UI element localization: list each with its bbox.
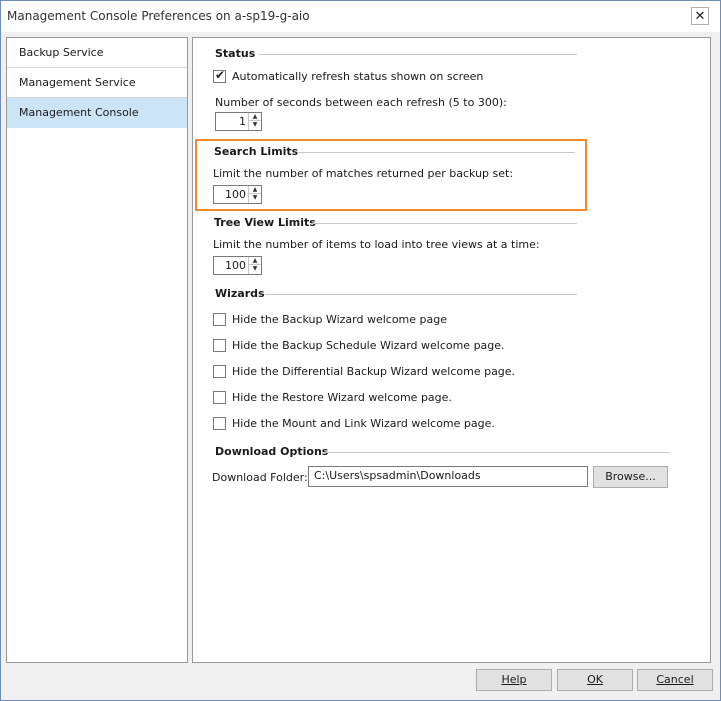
close-icon: ✕: [694, 8, 706, 24]
ok-button-label: OK: [587, 673, 603, 686]
spin-up-icon[interactable]: ▲: [249, 113, 261, 121]
download-folder-value: C:\Users\spsadmin\Downloads: [314, 469, 481, 482]
checkmark-icon: ✔: [215, 68, 226, 82]
sidebar-item-backup-service[interactable]: Backup Service: [7, 38, 187, 68]
refresh-seconds-label: Number of seconds between each refresh (…: [215, 96, 507, 109]
spin-down-icon[interactable]: ▼: [249, 265, 261, 273]
sidebar-item-management-service[interactable]: Management Service: [7, 68, 187, 98]
hide-restore-wizard-checkbox[interactable]: [213, 391, 226, 404]
hide-backup-wizard-label: Hide the Backup Wizard welcome page: [232, 313, 448, 326]
spinner-arrows: ▲ ▼: [248, 257, 261, 274]
help-button-label: Help: [501, 673, 527, 686]
sidebar-item-label: Management Service: [19, 76, 136, 89]
hide-mount-link-wizard-label: Hide the Mount and Link Wizard welcome p…: [232, 417, 495, 430]
help-button[interactable]: Help: [476, 669, 552, 691]
cancel-button[interactable]: Cancel: [637, 669, 713, 691]
tree-view-limit-value: 100: [225, 259, 246, 272]
tree-view-limit-spinner[interactable]: 100 ▲ ▼: [213, 256, 262, 275]
ok-button[interactable]: OK: [557, 669, 633, 691]
auto-refresh-label: Automatically refresh status shown on sc…: [232, 70, 484, 83]
auto-refresh-checkbox[interactable]: ✔: [213, 68, 226, 83]
hide-restore-wizard-label: Hide the Restore Wizard welcome page.: [232, 391, 452, 404]
hide-mount-link-wizard-checkbox[interactable]: [213, 417, 226, 430]
title-bar: Management Console Preferences on a-sp19…: [1, 1, 720, 32]
category-sidebar: Backup Service Management Service Manage…: [6, 37, 188, 663]
cancel-button-label: Cancel: [656, 673, 694, 686]
download-options-heading: Download Options: [215, 445, 329, 458]
wizards-divider: [265, 294, 577, 295]
sidebar-item-label: Backup Service: [19, 46, 104, 59]
status-heading: Status: [215, 47, 256, 60]
settings-panel: Status ✔ Automatically refresh status sh…: [192, 37, 711, 663]
hide-backup-schedule-wizard-label: Hide the Backup Schedule Wizard welcome …: [232, 339, 505, 352]
window-title: Management Console Preferences on a-sp19…: [7, 9, 310, 23]
spinner-arrows: ▲ ▼: [248, 113, 261, 130]
tree-view-limits-divider: [311, 223, 577, 224]
hide-differential-backup-wizard-label: Hide the Differential Backup Wizard welc…: [232, 365, 516, 378]
hide-backup-wizard-checkbox[interactable]: [213, 313, 226, 326]
spin-up-icon[interactable]: ▲: [249, 257, 261, 265]
tree-view-limit-label: Limit the number of items to load into t…: [213, 238, 540, 251]
wizards-heading: Wizards: [215, 287, 265, 300]
hide-differential-backup-wizard-checkbox[interactable]: [213, 365, 226, 378]
sidebar-item-management-console[interactable]: Management Console: [7, 98, 187, 128]
status-divider: [259, 54, 577, 55]
download-folder-input[interactable]: C:\Users\spsadmin\Downloads: [308, 466, 588, 487]
refresh-seconds-value: 1: [239, 115, 246, 128]
tree-view-limits-heading: Tree View Limits: [214, 216, 316, 229]
browse-button-label: Browse...: [605, 470, 656, 483]
browse-button[interactable]: Browse...: [593, 466, 668, 488]
download-folder-label: Download Folder:: [212, 471, 308, 484]
spin-down-icon[interactable]: ▼: [249, 121, 261, 129]
search-limits-highlight: [195, 139, 587, 211]
sidebar-item-label: Management Console: [19, 106, 139, 119]
hide-backup-schedule-wizard-checkbox[interactable]: [213, 339, 226, 352]
preferences-window: Management Console Preferences on a-sp19…: [0, 0, 721, 701]
close-button[interactable]: ✕: [691, 7, 709, 25]
refresh-seconds-spinner[interactable]: 1 ▲ ▼: [215, 112, 262, 131]
download-options-divider: [323, 452, 670, 453]
